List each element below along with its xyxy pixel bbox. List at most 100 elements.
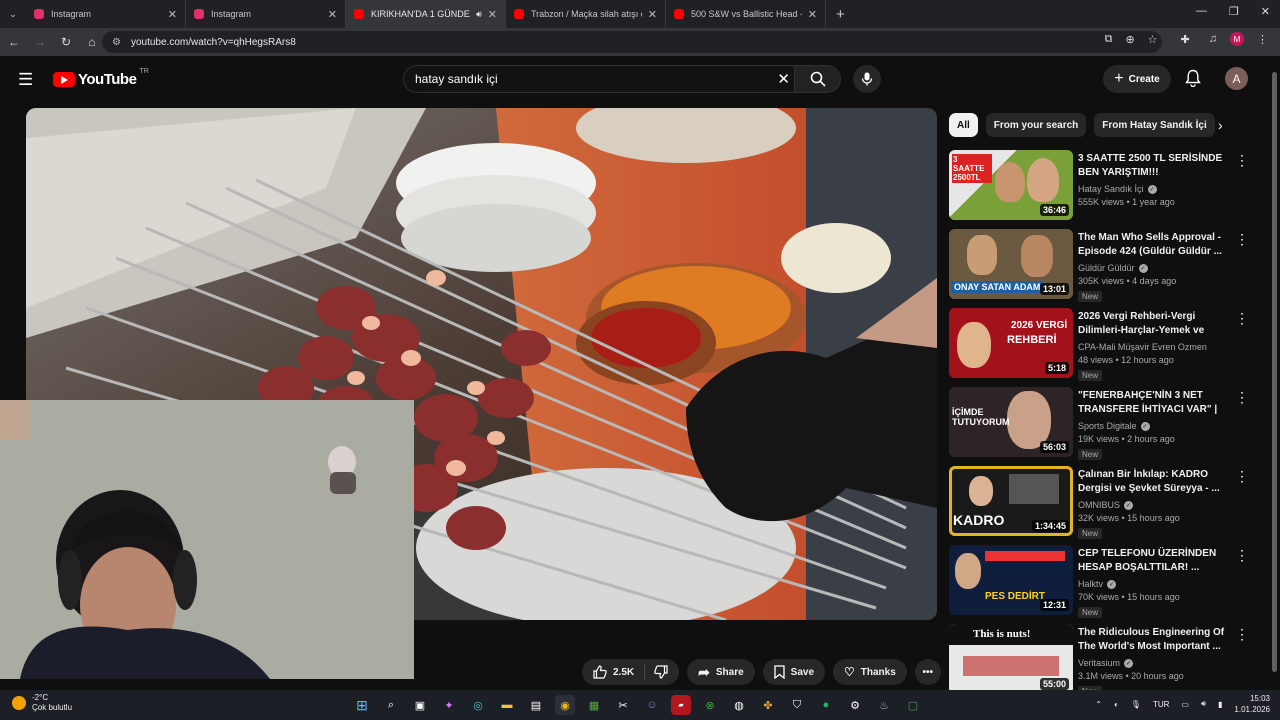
- channel-name[interactable]: Sports Digitale: [1078, 421, 1137, 431]
- chrome-icon[interactable]: ◉: [555, 695, 575, 715]
- youtube-logo[interactable]: YouTube TR: [53, 68, 149, 88]
- reload-icon[interactable]: ↻: [54, 35, 78, 49]
- menu-icon[interactable]: ☰: [18, 70, 33, 90]
- more-options-icon[interactable]: ⋮: [1235, 152, 1249, 169]
- profile-avatar[interactable]: M: [1230, 32, 1244, 46]
- more-options-icon[interactable]: ⋮: [1235, 310, 1249, 327]
- channel-name[interactable]: CPA-Mali Müşavir Evren Ozmen: [1078, 342, 1207, 352]
- install-app-icon[interactable]: ⧉: [1105, 33, 1113, 46]
- back-icon[interactable]: ←: [2, 35, 26, 49]
- save-button[interactable]: Save: [762, 659, 826, 685]
- channel-name[interactable]: OMNIBUS: [1078, 500, 1120, 510]
- tab-search-icon[interactable]: ⌄: [0, 9, 26, 20]
- tab-close-icon[interactable]: ✕: [328, 8, 337, 21]
- app-icon-multicolor[interactable]: ✤: [758, 695, 778, 715]
- app-icon-gear[interactable]: ⚙: [845, 695, 865, 715]
- recommendation-item[interactable]: KADRO 1:34:45 Çalınan Bir İnkılap: KADRO D…: [949, 466, 1249, 545]
- notifications-icon[interactable]: [1185, 69, 1201, 92]
- clear-search-icon[interactable]: ✕: [777, 70, 790, 88]
- more-options-icon[interactable]: ⋮: [1235, 547, 1249, 564]
- video-title[interactable]: The Man Who Sells Approval - Episode 424…: [1078, 231, 1228, 259]
- copilot-icon[interactable]: ✦: [439, 695, 459, 715]
- tab-close-icon[interactable]: ✕: [808, 8, 817, 21]
- weather-widget[interactable]: -2°C Çok bulutlu: [12, 693, 72, 713]
- minecraft-icon[interactable]: ▦: [584, 695, 604, 715]
- file-explorer-icon[interactable]: ▬: [497, 695, 517, 715]
- search-button[interactable]: [795, 65, 841, 93]
- video-title[interactable]: 3 SAATTE 2500 TL SERİSİNDE BEN YARIŞTIM!…: [1078, 152, 1228, 180]
- browser-tab[interactable]: 500 S&W vs Ballistic Head - You ✕: [666, 0, 826, 28]
- volume-icon[interactable]: 🔊︎: [1201, 699, 1206, 709]
- video-title[interactable]: "FENERBAHÇE'NİN 3 NET TRANSFERE İHTİYACI…: [1078, 389, 1228, 417]
- voice-search-button[interactable]: [853, 65, 881, 93]
- create-button[interactable]: + Create: [1103, 65, 1171, 93]
- recommendation-item[interactable]: İÇİMDE TUTUYORUM 56:03 "FENERBAHÇE'NİN 3 N…: [949, 387, 1249, 466]
- tab-audio-icon[interactable]: 🔊︎: [476, 9, 482, 20]
- more-options-icon[interactable]: ⋮: [1235, 231, 1249, 248]
- video-title[interactable]: 2026 Vergi Rehberi-Vergi Dilimleri-Harçl…: [1078, 310, 1228, 338]
- more-options-icon[interactable]: ⋮: [1235, 468, 1249, 485]
- thanks-button[interactable]: ♡ Thanks: [833, 659, 907, 685]
- video-thumbnail[interactable]: ONAY SATAN ADAM 13:01: [949, 229, 1073, 299]
- new-tab-button[interactable]: +: [836, 6, 845, 23]
- recommendation-item[interactable]: PES DEDİRT 12:31 CEP TELEFONU ÜZERİNDEN HE…: [949, 545, 1249, 624]
- share-button[interactable]: ➦ Share: [687, 659, 755, 685]
- channel-name[interactable]: Halktv: [1078, 579, 1103, 589]
- clock[interactable]: 15:03 1.01.2026: [1234, 693, 1270, 715]
- capcut-icon[interactable]: ✂: [613, 695, 633, 715]
- close-window-icon[interactable]: ✕: [1261, 5, 1270, 18]
- globe-icon[interactable]: ◍: [729, 695, 749, 715]
- steam-icon[interactable]: ♨: [874, 695, 894, 715]
- tab-close-icon[interactable]: ✕: [488, 8, 497, 21]
- start-icon[interactable]: ⊞: [352, 695, 372, 715]
- browser-tab[interactable]: Instagram ✕: [26, 0, 186, 28]
- page-scrollbar[interactable]: [1270, 62, 1278, 690]
- discord-icon[interactable]: ☺: [642, 695, 662, 715]
- language-indicator[interactable]: TUR: [1153, 700, 1169, 709]
- video-title[interactable]: The Ridiculous Engineering Of The World'…: [1078, 626, 1228, 654]
- filter-chip[interactable]: From your search: [985, 113, 1087, 137]
- filter-chip[interactable]: From Hatay Sandık İçi: [1094, 113, 1215, 137]
- browser-tab[interactable]: Trabzon / Maçka silah atışı dağlı ✕: [506, 0, 666, 28]
- tray-expand-icon[interactable]: ⌃: [1095, 700, 1102, 709]
- video-thumbnail[interactable]: İÇİMDE TUTUYORUM 56:03: [949, 387, 1073, 457]
- like-button[interactable]: 2.5K: [582, 664, 646, 680]
- forward-icon[interactable]: →: [28, 35, 52, 49]
- video-title[interactable]: CEP TELEFONU ÜZERİNDEN HESAP BOŞALTTILAR…: [1078, 547, 1228, 575]
- network-icon[interactable]: ▭: [1181, 700, 1189, 709]
- home-icon[interactable]: ⌂: [80, 35, 104, 49]
- recommendation-item[interactable]: ONAY SATAN ADAM 13:01 The Man Who Sells Ap…: [949, 229, 1249, 308]
- video-thumbnail[interactable]: This is nuts! 55:00: [949, 624, 1073, 694]
- address-bar[interactable]: ⚙ youtube.com/watch?v=qhHegsRArs8: [102, 31, 1162, 53]
- xbox-icon[interactable]: ⊗: [700, 695, 720, 715]
- video-thumbnail[interactable]: 2026 VERGİ REHBERİ 5:18: [949, 308, 1073, 378]
- bookmark-star-icon[interactable]: ☆: [1148, 33, 1158, 46]
- channel-name[interactable]: Veritasium: [1078, 658, 1120, 668]
- spotify-icon[interactable]: ●: [816, 695, 836, 715]
- tab-close-icon[interactable]: ✕: [168, 8, 177, 21]
- task-view-icon[interactable]: ▣: [410, 695, 430, 715]
- tab-close-icon[interactable]: ✕: [648, 8, 657, 21]
- channel-name[interactable]: Hatay Sandık İçi: [1078, 184, 1144, 194]
- tray-app-icon[interactable]: ◐: [1114, 700, 1119, 709]
- video-thumbnail[interactable]: PES DEDİRT 12:31: [949, 545, 1073, 615]
- recommendation-item[interactable]: 2026 VERGİ REHBERİ 5:18 2026 Vergi Rehberi-…: [949, 308, 1249, 387]
- account-avatar[interactable]: A: [1225, 67, 1248, 90]
- shield-icon[interactable]: ⛉: [787, 695, 807, 715]
- battery-icon[interactable]: ▮: [1218, 700, 1222, 709]
- more-options-icon[interactable]: ⋮: [1235, 389, 1249, 406]
- minimize-icon[interactable]: —: [1196, 5, 1207, 18]
- edge-icon[interactable]: ◎: [468, 695, 488, 715]
- more-options-icon[interactable]: ⋮: [1235, 626, 1249, 643]
- search-input[interactable]: hatay sandık içi ✕: [403, 65, 795, 93]
- zoom-icon[interactable]: ⊕: [1125, 33, 1134, 46]
- video-thumbnail[interactable]: 3 SAATTE 2500TL 36:46: [949, 150, 1073, 220]
- filter-chip[interactable]: All: [949, 113, 978, 137]
- browser-tab[interactable]: Instagram ✕: [186, 0, 346, 28]
- browser-menu-icon[interactable]: ⋮: [1257, 33, 1268, 46]
- media-control-icon[interactable]: ♫: [1209, 33, 1217, 45]
- recommendation-item[interactable]: 3 SAATTE 2500TL 36:46 3 SAATTE 2500 TL SER…: [949, 150, 1249, 229]
- video-thumbnail[interactable]: KADRO 1:34:45: [949, 466, 1073, 536]
- store-icon[interactable]: ▤: [526, 695, 546, 715]
- search-taskbar-icon[interactable]: ⌕: [381, 695, 401, 715]
